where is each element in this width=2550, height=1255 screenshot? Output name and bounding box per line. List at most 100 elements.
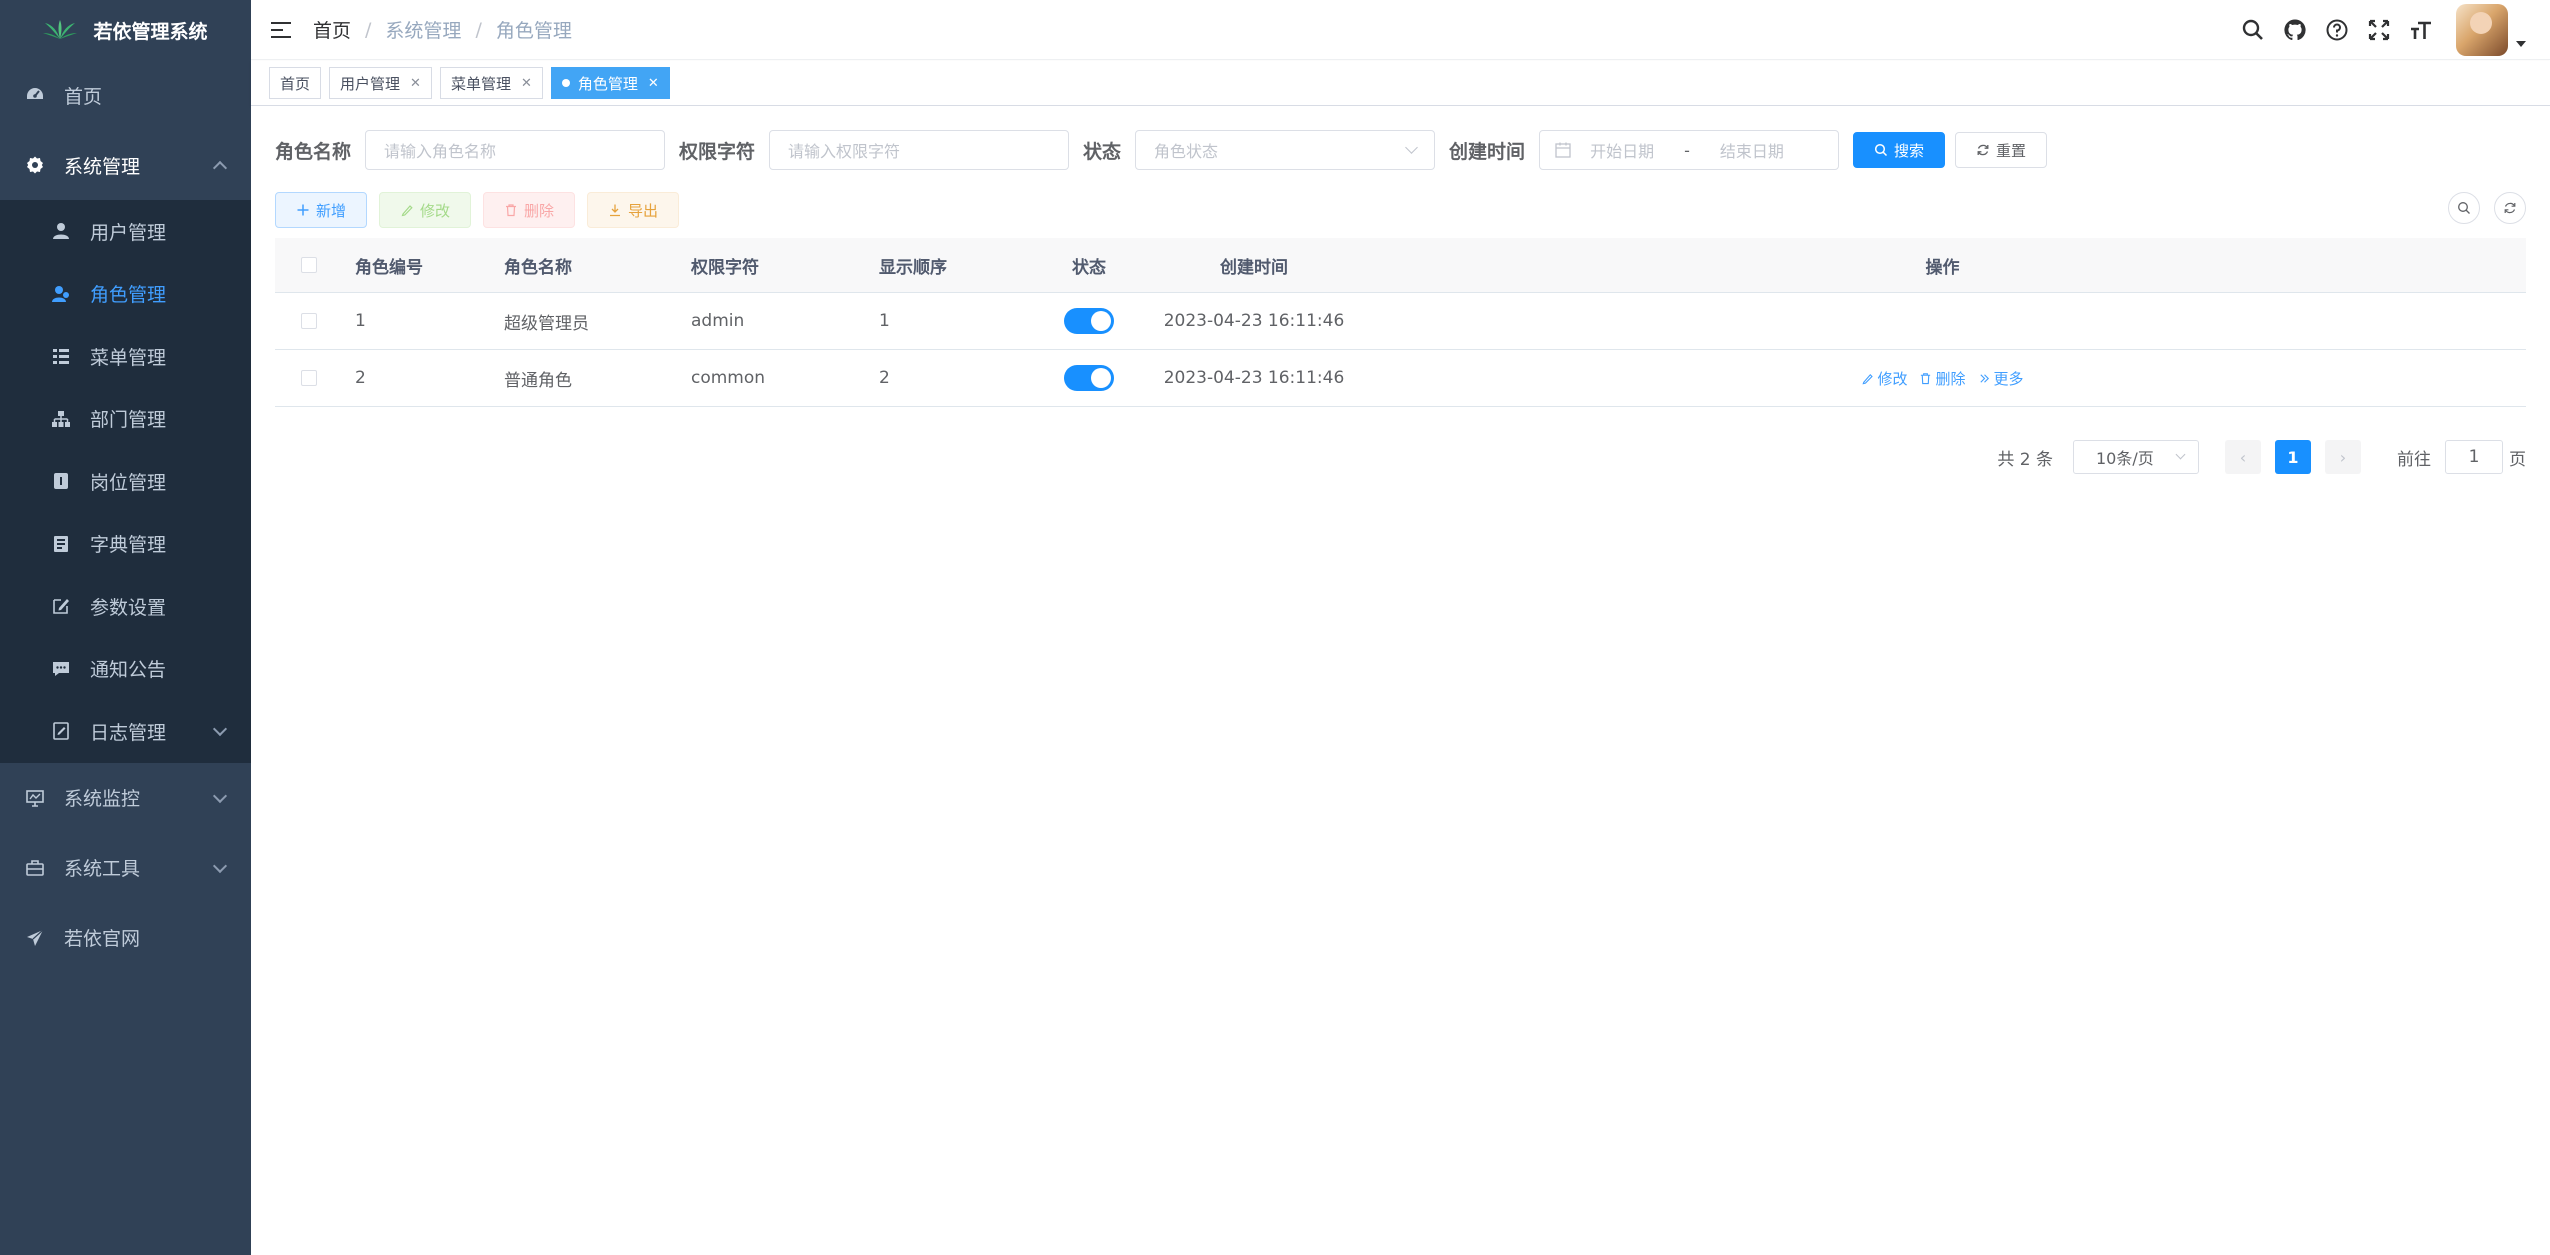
- edit-icon: [50, 595, 72, 617]
- cell-role-name: 普通角色: [504, 370, 572, 391]
- search-icon: [2458, 202, 2470, 214]
- refresh-icon: [2504, 202, 2516, 214]
- export-button[interactable]: 导出: [587, 192, 679, 228]
- end-date-placeholder[interactable]: 结束日期: [1720, 138, 1784, 162]
- toggle-search-button[interactable]: [2448, 192, 2480, 224]
- row-edit-link[interactable]: 修改: [1861, 368, 1907, 389]
- row-checkbox-cell: [275, 313, 355, 329]
- sidebar: 若依管理系统 首页 系统管理 用户管理 角色管理 菜单管理 部门管理 岗位管理 …: [0, 0, 251, 1255]
- avatar[interactable]: [2456, 4, 2508, 56]
- tree-table-icon: [50, 345, 72, 367]
- role-key-input[interactable]: 请输入权限字符: [769, 130, 1070, 170]
- main-content: 角色名称 请输入角色名称 权限字符 请输入权限字符 状态 角色状态 创建时间 开…: [251, 106, 2550, 1255]
- created-time-label: 创建时间: [1449, 140, 1526, 163]
- app-logo[interactable]: 若依管理系统: [0, 0, 251, 60]
- page-number-button[interactable]: 1: [2275, 440, 2311, 474]
- sidebar-item-monitor[interactable]: 系统监控: [0, 763, 251, 833]
- header-operations: 操作: [1925, 257, 1960, 278]
- edit-button[interactable]: 修改: [379, 192, 471, 228]
- row-checkbox[interactable]: [301, 370, 317, 386]
- start-date-placeholder[interactable]: 开始日期: [1590, 138, 1654, 162]
- github-icon[interactable]: [2274, 9, 2316, 51]
- goto-page-input[interactable]: 1: [2445, 440, 2503, 474]
- caret-down-icon[interactable]: [2516, 41, 2526, 47]
- sidebar-item-label: 字典管理: [90, 534, 167, 557]
- row-edit-label: 修改: [1877, 369, 1908, 388]
- close-icon[interactable]: ✕: [648, 76, 659, 91]
- date-range-picker[interactable]: 开始日期 - 结束日期: [1539, 130, 1840, 170]
- system-submenu: 用户管理 角色管理 菜单管理 部门管理 岗位管理 字典管理 参数设置 通知公告 …: [0, 200, 251, 763]
- status-select[interactable]: 角色状态: [1135, 130, 1436, 170]
- add-button[interactable]: 新增: [275, 192, 367, 228]
- pagination: 共 2 条 10条/页 ‹ 1 › 前往 1 页: [1997, 440, 2526, 474]
- breadcrumb-home[interactable]: 首页: [313, 16, 351, 43]
- role-name-label: 角色名称: [275, 140, 352, 163]
- gear-icon: [24, 154, 46, 176]
- app-title: 若依管理系统: [93, 20, 208, 43]
- select-all-checkbox[interactable]: [301, 257, 317, 273]
- reset-button-label: 重置: [1996, 141, 2027, 160]
- calendar-icon: [1555, 142, 1571, 158]
- search-icon[interactable]: [2232, 9, 2274, 51]
- edit-icon: [400, 203, 414, 217]
- close-icon[interactable]: ✕: [410, 76, 421, 91]
- breadcrumb-separator: /: [475, 18, 482, 41]
- font-size-icon[interactable]: [2400, 9, 2442, 51]
- next-page-button[interactable]: ›: [2325, 440, 2361, 474]
- search-icon: [1874, 143, 1888, 157]
- cell-status: [1029, 308, 1149, 334]
- tag-roles[interactable]: 角色管理 ✕: [550, 67, 670, 99]
- breadcrumb-current: 角色管理: [495, 20, 572, 42]
- hamburger-icon[interactable]: [271, 21, 293, 39]
- sidebar-item-system[interactable]: 系统管理: [0, 130, 251, 200]
- tag-users[interactable]: 用户管理 ✕: [329, 67, 432, 99]
- delete-button[interactable]: 删除: [483, 192, 575, 228]
- goto-suffix: 页: [2509, 449, 2526, 470]
- cell-sort: 2: [879, 368, 890, 388]
- sidebar-item-website[interactable]: 若依官网: [0, 903, 251, 973]
- row-delete-link[interactable]: 删除: [1919, 368, 1966, 389]
- double-chevron-right-icon: [1979, 373, 1989, 383]
- status-switch[interactable]: [1064, 308, 1114, 334]
- prev-page-button[interactable]: ‹: [2225, 440, 2261, 474]
- header-role-name: 角色名称: [504, 257, 572, 278]
- role-icon: [50, 283, 72, 305]
- sidebar-item-params[interactable]: 参数设置: [0, 575, 251, 638]
- row-delete-label: 删除: [1935, 369, 1966, 388]
- sidebar-item-notices[interactable]: 通知公告: [0, 638, 251, 701]
- status-switch[interactable]: [1064, 365, 1114, 391]
- cell-operations: 修改 删除 更多: [1359, 368, 2526, 389]
- sidebar-item-dicts[interactable]: 字典管理: [0, 513, 251, 576]
- right-toolbar: [2434, 192, 2526, 224]
- post-icon: [50, 470, 72, 492]
- cell-role-key: common: [691, 368, 766, 388]
- sidebar-item-roles[interactable]: 角色管理: [0, 263, 251, 326]
- role-name-input[interactable]: 请输入角色名称: [365, 130, 666, 170]
- fullscreen-icon[interactable]: [2358, 9, 2400, 51]
- row-more-link[interactable]: 更多: [1978, 368, 2024, 389]
- row-checkbox[interactable]: [301, 313, 317, 329]
- sidebar-item-posts[interactable]: 岗位管理: [0, 450, 251, 513]
- tag-home[interactable]: 首页: [269, 67, 322, 99]
- header-created-time: 创建时间: [1220, 257, 1288, 278]
- sidebar-item-departments[interactable]: 部门管理: [0, 388, 251, 451]
- tag-menus[interactable]: 菜单管理 ✕: [439, 67, 543, 99]
- refresh-icon: [1976, 143, 1990, 157]
- search-button[interactable]: 搜索: [1853, 132, 1946, 168]
- dashboard-icon: [24, 84, 46, 106]
- refresh-button[interactable]: [2494, 192, 2526, 224]
- question-icon[interactable]: [2316, 9, 2358, 51]
- sidebar-item-menus[interactable]: 菜单管理: [0, 325, 251, 388]
- breadcrumb-separator: /: [365, 18, 372, 41]
- sidebar-item-logs[interactable]: 日志管理: [0, 700, 251, 763]
- reset-button[interactable]: 重置: [1955, 132, 2048, 168]
- page-size-select[interactable]: 10条/页: [2073, 440, 2199, 474]
- status-label: 状态: [1083, 140, 1122, 163]
- sidebar-item-tools[interactable]: 系统工具: [0, 833, 251, 903]
- close-icon[interactable]: ✕: [521, 76, 532, 91]
- tag-label: 角色管理: [577, 74, 638, 93]
- sidebar-item-home[interactable]: 首页: [0, 60, 251, 130]
- sidebar-item-users[interactable]: 用户管理: [0, 200, 251, 263]
- navbar-right-menu: [2232, 0, 2550, 60]
- status-placeholder: 角色状态: [1154, 142, 1219, 161]
